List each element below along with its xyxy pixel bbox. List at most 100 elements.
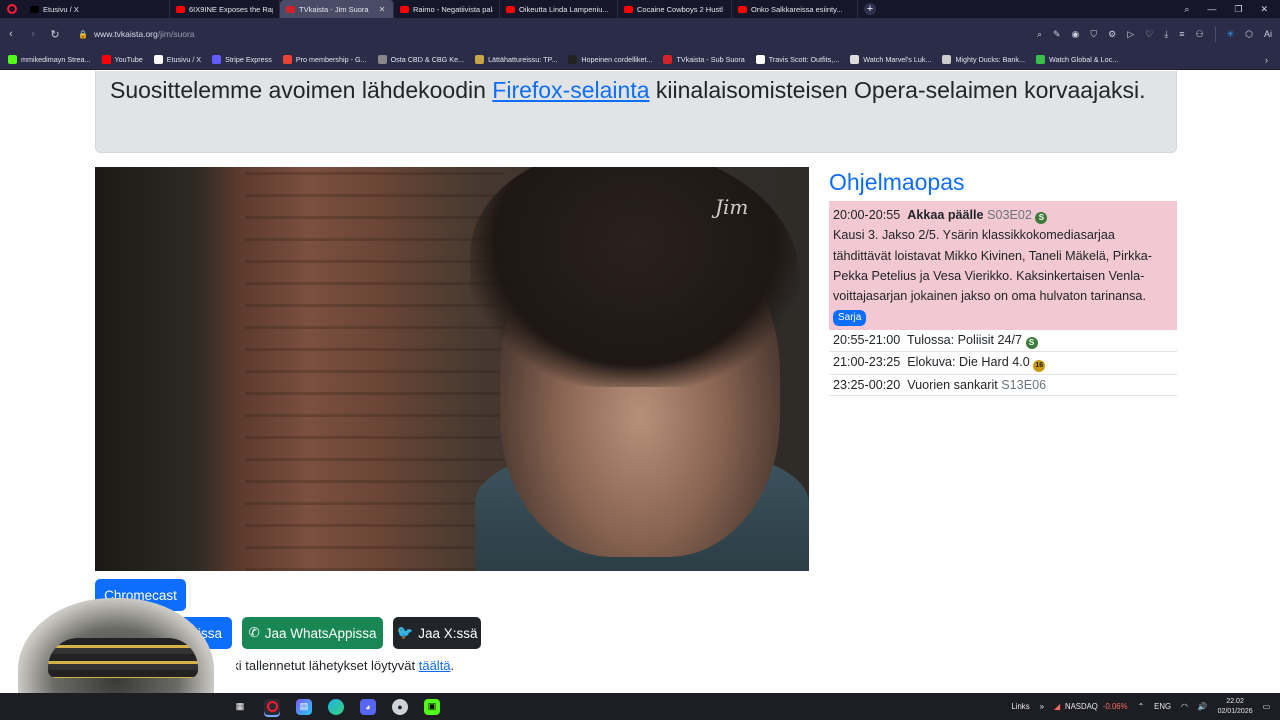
search-tabs-icon[interactable]: ⌕ (1184, 4, 1189, 15)
clock-time: 22.02 (1226, 697, 1244, 705)
menu-icon[interactable]: ≡ (1179, 29, 1184, 39)
wifi-icon[interactable]: ◠ (1181, 702, 1188, 711)
bookmark-favicon (568, 55, 578, 64)
program-name: Akkaa päälle (907, 208, 984, 222)
bookmark-item[interactable]: Stripe Express (212, 55, 272, 64)
browser-tab[interactable]: Onko Salkkareissa esiinty... (732, 0, 858, 18)
bookmark-label: Pro membership - G... (295, 55, 367, 64)
task-view-icon[interactable]: ▦ (232, 699, 248, 715)
youtube-icon (176, 5, 185, 13)
shield-icon[interactable]: ⛉ (1090, 29, 1097, 40)
bookmark-item[interactable]: Pro membership - G... (282, 55, 367, 64)
bookmark-label: Etusivu / X (166, 55, 202, 64)
back-button[interactable]: ‹ (0, 28, 22, 40)
clock[interactable]: 22.02 02/01/2026 (1218, 697, 1253, 717)
bookmark-item[interactable]: Mighty Ducks: Bank... (942, 55, 1025, 64)
youtube-icon (400, 5, 409, 13)
ai-icon[interactable]: Ai (1264, 29, 1272, 39)
language-indicator[interactable]: ENG (1154, 702, 1171, 711)
bookmarks-more-icon[interactable]: › (1265, 55, 1268, 65)
streamer-beanie (48, 638, 198, 678)
forward-button[interactable]: › (22, 28, 44, 40)
stock-widget[interactable]: ◢ NASDAQ -0.06% (1054, 702, 1128, 711)
bookmark-item[interactable]: Hopeinen cordelliket... (568, 55, 652, 64)
stock-name: NASDAQ (1064, 702, 1098, 711)
share-whatsapp-button[interactable]: ✆ Jaa WhatsAppissa (242, 617, 383, 649)
actor-hair (470, 167, 800, 387)
whatsapp-icon: ✆ (248, 625, 260, 640)
bookmark-label: YouTube (114, 55, 143, 64)
player-icon[interactable]: ▷ (1127, 29, 1134, 40)
tray-expand-icon[interactable]: ⌃ (1138, 702, 1145, 711)
steam-icon[interactable]: ● (392, 698, 408, 715)
bookmark-item[interactable]: TVkaista - Sub Suora (663, 55, 745, 64)
browser-tab[interactable]: TVkaista - Jim Suora ✕ (280, 0, 394, 18)
close-tab-icon[interactable]: ✕ (379, 5, 386, 14)
alert-text-start: Suosittelemme avoimen lähdekoodin (110, 77, 493, 103)
youtube-icon (738, 5, 747, 13)
minimize-button[interactable]: — (1207, 4, 1216, 14)
lock-icon[interactable]: 🔒 (78, 30, 88, 39)
opera-menu-icon[interactable] (0, 0, 24, 18)
recordings-link[interactable]: täältä (419, 658, 451, 673)
new-tab-button[interactable]: + (864, 3, 876, 15)
series-badge[interactable]: Sarja (833, 310, 867, 327)
bookmark-label: Stripe Express (225, 55, 272, 64)
bookmark-item[interactable]: YouTube (101, 55, 143, 64)
firefox-link[interactable]: Firefox-selainta (492, 77, 649, 103)
browser-tab[interactable]: Cocaine Cowboys 2 Hustl (618, 0, 732, 18)
reload-button[interactable]: ↻ (44, 28, 66, 41)
edge-icon[interactable] (328, 698, 344, 715)
bookmark-item[interactable]: Watch Global & Loc... (1035, 55, 1119, 64)
maximize-button[interactable]: ❐ (1234, 4, 1242, 15)
bookmark-item[interactable]: Watch Marvel's Luk... (850, 55, 931, 64)
opera-taskbar-icon[interactable] (264, 698, 280, 715)
tab-title: 6IX9INE Exposes the Rap I (189, 4, 273, 14)
program-row[interactable]: 21:00-23:25 Elokuva: Die Hard 4.0 16 (829, 352, 1177, 375)
kick-icon[interactable]: ▣ (424, 698, 440, 715)
bookmark-item[interactable]: mmikedimayn Strea... (8, 55, 91, 64)
search-icon[interactable]: ⌕ (1037, 29, 1042, 40)
aria-icon[interactable]: ✳ (1227, 29, 1235, 40)
download-icon[interactable]: ⤓ (1164, 29, 1168, 40)
video-player[interactable]: Jim (95, 167, 809, 571)
bookmark-favicon (942, 55, 952, 64)
edit-icon[interactable]: ✎ (1053, 29, 1061, 40)
tvkaista-icon (286, 5, 295, 13)
bookmark-item[interactable]: Osta CBD & CBG Ke... (377, 55, 464, 64)
links-toolbar[interactable]: Links (1011, 702, 1029, 711)
chevron-icon[interactable]: » (1040, 702, 1044, 711)
widgets-icon[interactable]: ▤ (296, 698, 312, 715)
windows-taskbar: ▦ ▤ ◕ ● ▣ Links » ◢ NASDAQ -0.06% ⌃ ENG … (0, 693, 1280, 720)
browser-tab[interactable]: 6IX9INE Exposes the Rap I (170, 0, 280, 18)
program-row[interactable]: 20:55-21:00 Tulossa: Poliisit 24/7 S (829, 330, 1177, 352)
profile-icon[interactable]: ⚇ (1196, 29, 1204, 40)
extension-icon[interactable]: ⚙ (1108, 29, 1116, 40)
program-name: Tulossa: Poliisit 24/7 (907, 332, 1023, 347)
program-row[interactable]: 23:25-00:20 Vuorien sankarit S13E06 (829, 375, 1177, 396)
cube-icon[interactable]: ⬡ (1245, 29, 1253, 40)
share-x-label: Jaa X:ssä (418, 625, 478, 641)
heart-icon[interactable]: ♡ (1145, 29, 1153, 40)
url-field[interactable]: www.tvkaista.org/jim/suora (94, 29, 195, 39)
stock-change: -0.06% (1102, 702, 1128, 711)
program-guide-title: Ohjelmaopas (829, 169, 965, 195)
share-x-button[interactable]: 🐦 Jaa X:ssä (393, 617, 481, 649)
bookmark-item[interactable]: Lättähattureissu: TP... (475, 55, 557, 64)
program-time: 20:55-21:00 (833, 332, 901, 347)
bookmark-item[interactable]: Etusivu / X (153, 55, 202, 64)
tab-title: Oikeutta Linda Lampeniu... (519, 4, 609, 14)
bookmark-label: Watch Global & Loc... (1048, 55, 1119, 64)
notification-icon[interactable]: ▭ (1263, 702, 1270, 711)
browser-tab[interactable]: Raimo - Negatiivista pala... (394, 0, 500, 18)
current-program: 20:00-20:55 Akkaa päälle S03E02 S Kausi … (829, 201, 1177, 330)
bookmark-item[interactable]: Travis Scott: Outfits,... (755, 55, 839, 64)
camera-icon[interactable]: ◉ (1072, 29, 1080, 40)
volume-icon[interactable]: 🔊 (1198, 702, 1208, 711)
bookmark-label: Mighty Ducks: Bank... (955, 55, 1025, 64)
browser-tab[interactable]: Oikeutta Linda Lampeniu... (500, 0, 618, 18)
browser-alert: Suosittelemme avoimen lähdekoodin Firefo… (95, 71, 1177, 153)
close-window-button[interactable]: ✕ (1260, 4, 1268, 15)
discord-icon[interactable]: ◕ (360, 698, 376, 715)
browser-tab[interactable]: Etusivu / X (24, 0, 170, 18)
